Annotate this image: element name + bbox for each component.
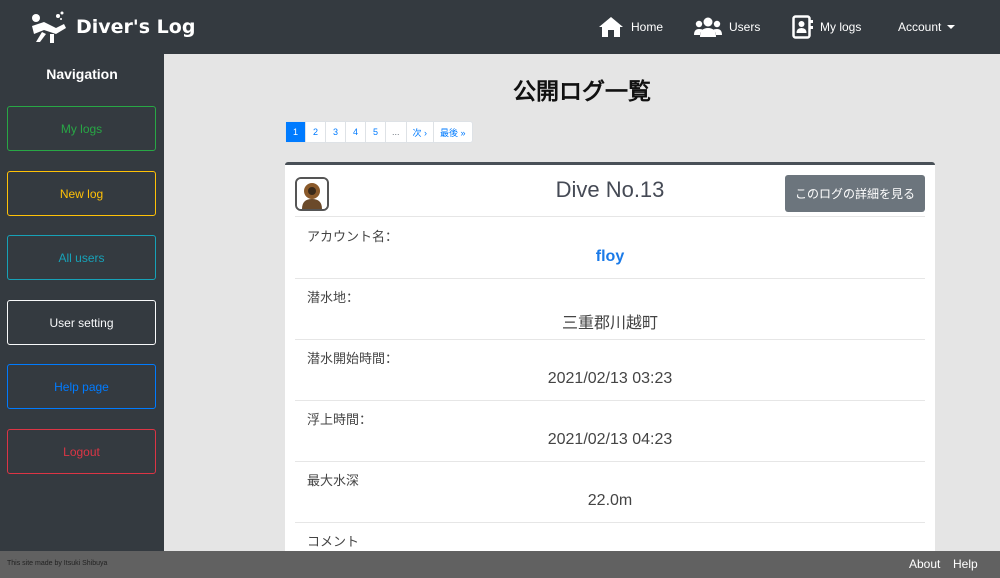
account-label: Account xyxy=(898,20,942,34)
sidebar-item-user-setting[interactable]: User setting xyxy=(7,300,156,345)
diver-logo-icon xyxy=(32,11,66,43)
field-label: 最大水深 xyxy=(307,474,360,489)
page-next-link[interactable]: 次 › xyxy=(407,122,435,142)
sidebar-item-logout[interactable]: Logout xyxy=(7,429,156,474)
top-navbar: Diver's Log Home Users My logs Account xyxy=(0,0,1000,54)
page-last-link[interactable]: 最後 » xyxy=(434,122,472,142)
account-dropdown[interactable]: Account xyxy=(898,14,956,40)
account-name-link[interactable]: floy xyxy=(295,248,925,266)
field-surface-time: 浮上時間： 2021/02/13 04:23 xyxy=(295,401,925,462)
nav-mylogs-link[interactable]: My logs xyxy=(792,14,861,40)
sidebar-item-my-logs[interactable]: My logs xyxy=(7,106,156,151)
page-ellipsis: ... xyxy=(386,122,407,142)
log-card: Dive No.13 このログの詳細を見る アカウント名： floy 潜水地： … xyxy=(285,162,935,551)
page-link-2[interactable]: 2 xyxy=(306,122,326,142)
footer-about-link[interactable]: About xyxy=(909,557,940,571)
brand[interactable]: Diver's Log xyxy=(28,9,195,45)
nav-home-link[interactable]: Home xyxy=(598,14,663,40)
page-link-1[interactable]: 1 xyxy=(286,122,306,142)
page-link-4[interactable]: 4 xyxy=(346,122,366,142)
field-account-name: アカウント名： floy xyxy=(295,218,925,279)
users-icon xyxy=(694,17,722,37)
sidebar: Navigation My logs New log All users Use… xyxy=(0,54,164,551)
nav-users-label: Users xyxy=(729,20,761,34)
page-title: 公開ログ一覧 xyxy=(513,79,651,105)
pagination: 1 2 3 4 5 ... 次 › 最後 » xyxy=(285,121,473,143)
sidebar-item-new-log[interactable]: New log xyxy=(7,171,156,216)
nav-users-link[interactable]: Users xyxy=(694,14,760,40)
sidebar-item-all-users[interactable]: All users xyxy=(7,235,156,280)
sidebar-title: Navigation xyxy=(46,66,118,82)
field-value: 三重郡川越町 xyxy=(561,315,658,332)
field-label: アカウント名： xyxy=(307,230,399,245)
nav-mylogs-label: My logs xyxy=(820,20,862,34)
field-max-depth: 最大水深 22.0m xyxy=(295,462,925,523)
brand-name: Diver's Log xyxy=(76,16,196,38)
field-value: 2021/02/13 04:23 xyxy=(547,431,673,448)
sidebar-item-help-page[interactable]: Help page xyxy=(7,364,156,409)
footer-credit: This site made by Itsuki Shibuya xyxy=(7,560,108,567)
field-value: 2021/02/13 03:23 xyxy=(547,370,673,387)
nav-home-label: Home xyxy=(631,20,664,34)
footer-help-link[interactable]: Help xyxy=(953,557,978,571)
caret-down-icon xyxy=(947,25,956,29)
field-label: 潜水開始時間： xyxy=(307,352,399,367)
main-content: 公開ログ一覧 1 2 3 4 5 ... 次 › 最後 » Dive No.13… xyxy=(164,54,1000,551)
log-card-header: Dive No.13 このログの詳細を見る xyxy=(295,175,925,217)
field-label: 浮上時間： xyxy=(307,413,373,428)
field-value: 22.0m xyxy=(587,492,633,509)
view-details-button[interactable]: このログの詳細を見る xyxy=(785,175,925,212)
field-dive-start-time: 潜水開始時間： 2021/02/13 03:23 xyxy=(295,340,925,401)
home-icon xyxy=(599,17,623,37)
contact-book-icon xyxy=(792,15,813,39)
field-label: 潜水地： xyxy=(307,291,360,306)
page-link-5[interactable]: 5 xyxy=(366,122,386,142)
footer: This site made by Itsuki Shibuya About H… xyxy=(0,551,1000,578)
page-link-3[interactable]: 3 xyxy=(326,122,346,142)
field-comment: コメント xyxy=(295,523,925,551)
field-dive-site: 潜水地： 三重郡川越町 xyxy=(295,279,925,340)
field-label: コメント xyxy=(307,535,360,550)
